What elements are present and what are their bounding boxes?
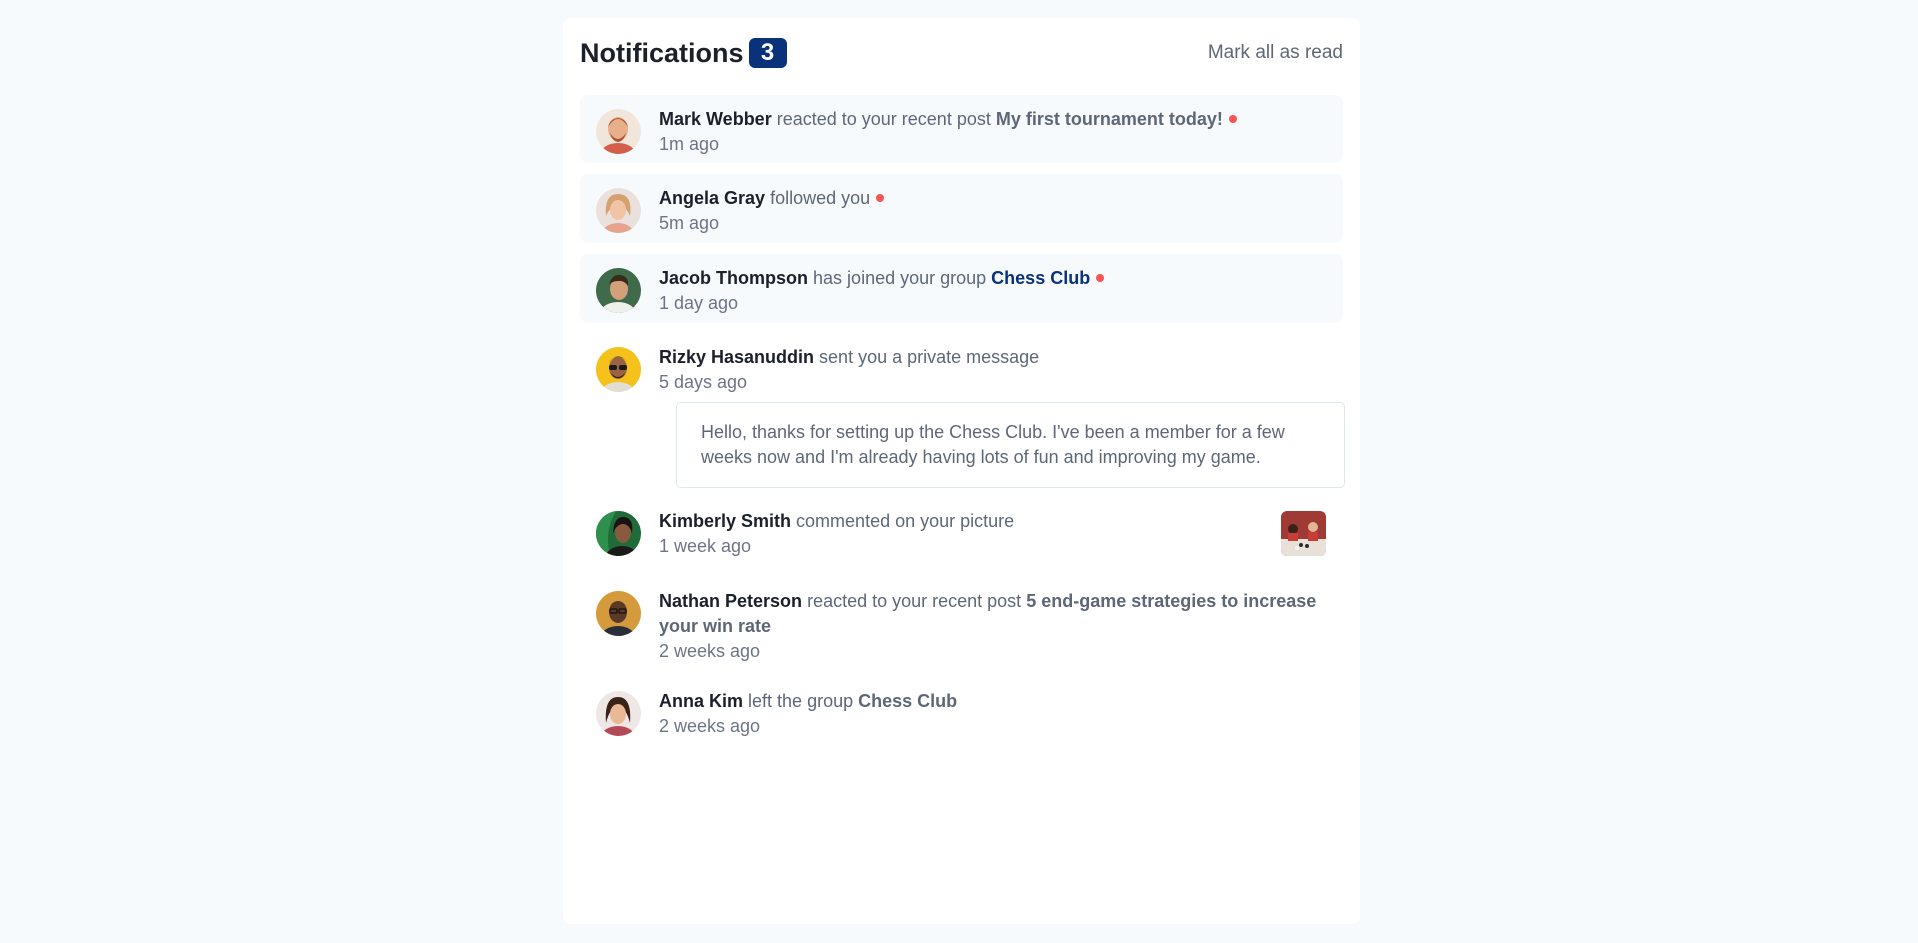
notification-text: Rizky Hasanuddin sent you a private mess… xyxy=(659,345,1327,395)
notification-item[interactable]: Rizky Hasanuddin sent you a private mess… xyxy=(580,333,1345,488)
avatar-rizky-hasanuddin[interactable] xyxy=(596,347,641,392)
private-message[interactable]: Hello, thanks for setting up the Chess C… xyxy=(676,402,1345,488)
avatar-jacob-thompson[interactable] xyxy=(596,268,641,313)
user-name-link[interactable]: Jacob Thompson xyxy=(659,268,808,288)
notification-text: Angela Gray followed you 5m ago xyxy=(659,186,1327,236)
commented-picture-thumbnail[interactable] xyxy=(1281,511,1326,556)
avatar-anna-kim[interactable] xyxy=(596,691,641,736)
post-link[interactable]: My first tournament today! xyxy=(996,109,1223,129)
notification-item[interactable]: Kimberly Smith commented on your picture… xyxy=(580,497,1343,565)
notification-time: 1 day ago xyxy=(659,293,739,313)
notification-action: reacted to your recent post xyxy=(776,109,991,129)
notifications-header: Notifications 3 Mark all as read xyxy=(580,35,1343,71)
mark-all-read-button[interactable]: Mark all as read xyxy=(1208,42,1343,64)
avatar-nathan-peterson[interactable] xyxy=(596,591,641,636)
unread-count-badge: 3 xyxy=(748,38,787,68)
notification-action: has joined your group xyxy=(813,268,987,288)
avatar-angela-gray[interactable] xyxy=(596,188,641,233)
avatar-mark-webber[interactable] xyxy=(596,109,641,154)
notification-action: commented on your picture xyxy=(796,511,1015,531)
user-name-link[interactable]: Kimberly Smith xyxy=(659,511,791,531)
notification-action: followed you xyxy=(770,188,871,208)
user-name-link[interactable]: Anna Kim xyxy=(659,691,743,711)
notification-text: Anna Kim left the group Chess Club 2 wee… xyxy=(659,689,1327,739)
notification-time: 5m ago xyxy=(659,213,720,233)
notification-item[interactable]: Anna Kim left the group Chess Club 2 wee… xyxy=(580,677,1343,745)
page-title: Notifications xyxy=(580,37,744,68)
notification-time: 5 days ago xyxy=(659,372,748,392)
notification-text: Kimberly Smith commented on your picture… xyxy=(659,509,1263,559)
notification-time: 1 week ago xyxy=(659,536,752,556)
notification-item[interactable]: Mark Webber reacted to your recent post … xyxy=(580,95,1343,163)
avatar-kimberly-smith[interactable] xyxy=(596,511,641,556)
notification-action: reacted to your recent post xyxy=(807,591,1022,611)
user-name-link[interactable]: Rizky Hasanuddin xyxy=(659,347,814,367)
group-link[interactable]: Chess Club xyxy=(858,691,957,711)
user-name-link[interactable]: Nathan Peterson xyxy=(659,591,802,611)
notification-action: sent you a private message xyxy=(819,347,1040,367)
user-name-link[interactable]: Angela Gray xyxy=(659,188,765,208)
notification-text: Nathan Peterson reacted to your recent p… xyxy=(659,589,1327,664)
unread-dot xyxy=(1096,274,1105,283)
notification-item[interactable]: Jacob Thompson has joined your group Che… xyxy=(580,254,1343,323)
user-name-link[interactable]: Mark Webber xyxy=(659,109,772,129)
notifications-card: Notifications 3 Mark all as read Mark We… xyxy=(563,18,1360,924)
unread-dot xyxy=(1228,115,1237,124)
notification-action: left the group xyxy=(748,691,854,711)
title-group: Notifications 3 xyxy=(580,38,787,69)
notification-time: 1m ago xyxy=(659,134,720,154)
notification-text: Mark Webber reacted to your recent post … xyxy=(659,107,1327,157)
notification-item[interactable]: Angela Gray followed you 5m ago xyxy=(580,174,1343,243)
notification-time: 2 weeks ago xyxy=(659,641,761,661)
group-link[interactable]: Chess Club xyxy=(991,268,1090,288)
notification-item[interactable]: Nathan Peterson reacted to your recent p… xyxy=(580,577,1343,667)
notification-time: 2 weeks ago xyxy=(659,716,761,736)
notification-text: Jacob Thompson has joined your group Che… xyxy=(659,266,1327,316)
unread-dot xyxy=(876,194,885,203)
